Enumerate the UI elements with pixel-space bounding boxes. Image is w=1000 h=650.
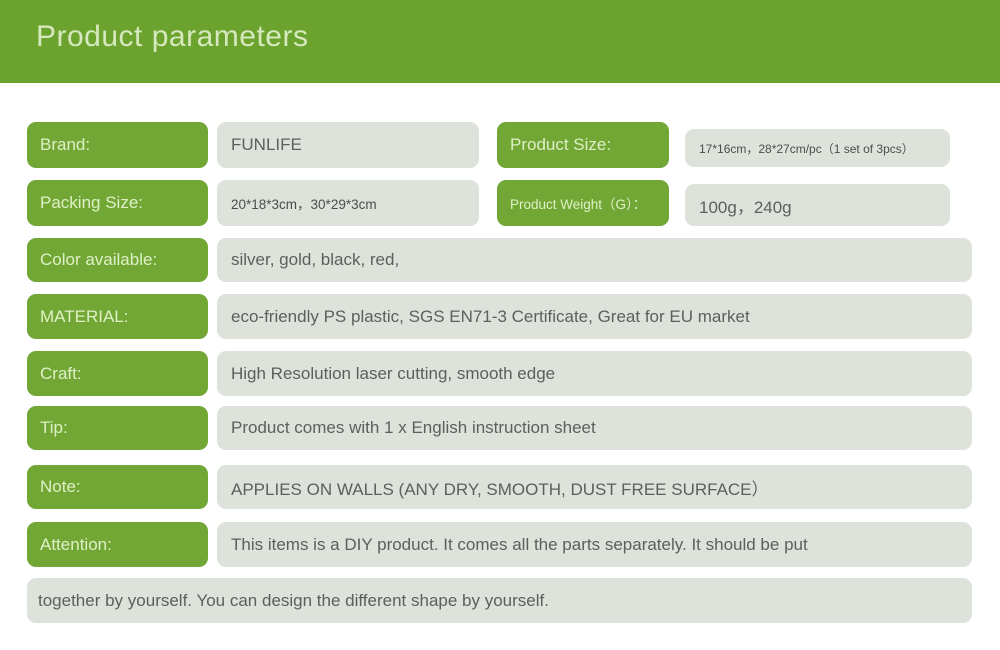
value-color-available-text: silver, gold, black, red, — [231, 250, 400, 269]
value-attention-text: This items is a DIY product. It comes al… — [231, 534, 808, 554]
value-packing-size: 20*18*3cm，30*29*3cm — [217, 180, 479, 226]
label-craft-text: Craft: — [40, 363, 82, 383]
label-attention-text: Attention: — [40, 534, 112, 554]
label-tip-text: Tip: — [40, 418, 68, 437]
value-color-available: silver, gold, black, red, — [217, 238, 972, 282]
label-tip: Tip: — [27, 406, 208, 450]
value-product-size: 17*16cm，28*27cm/pc（1 set of 3pcs） — [685, 129, 950, 167]
value-note: APPLIES ON WALLS (ANY DRY, SMOOTH, DUST … — [217, 465, 972, 509]
label-craft: Craft: — [27, 351, 208, 396]
label-note-text: Note: — [40, 477, 81, 496]
label-color-available: Color available: — [27, 238, 208, 282]
value-tip: Product comes with 1 x English instructi… — [217, 406, 972, 450]
value-material: eco-friendly PS plastic, SGS EN71-3 Cert… — [217, 294, 972, 339]
label-brand-text: Brand: — [40, 135, 91, 154]
label-attention: Attention: — [27, 522, 208, 567]
value-brand-text: FUNLIFE — [231, 135, 302, 154]
label-color-available-text: Color available: — [40, 250, 158, 269]
page-header-banner: Product parameters — [0, 0, 1000, 83]
label-packing-size: Packing Size: — [27, 180, 208, 226]
value-tip-text: Product comes with 1 x English instructi… — [231, 418, 596, 437]
label-brand: Brand: — [27, 122, 208, 168]
label-product-weight-text: Product Weight（G）： — [510, 197, 647, 212]
value-packing-size-text: 20*18*3cm，30*29*3cm — [231, 197, 377, 212]
value-brand: FUNLIFE — [217, 122, 479, 168]
value-attention-continued: together by yourself. You can design the… — [27, 578, 972, 623]
label-material: MATERIAL: — [27, 294, 208, 339]
value-note-text: APPLIES ON WALLS (ANY DRY, SMOOTH, DUST … — [231, 479, 769, 499]
value-attention-continued-text: together by yourself. You can design the… — [38, 590, 549, 610]
label-material-text: MATERIAL: — [40, 306, 129, 326]
value-material-text: eco-friendly PS plastic, SGS EN71-3 Cert… — [231, 306, 750, 326]
value-product-weight-text: 100g，240g — [699, 197, 792, 217]
value-product-size-text: 17*16cm，28*27cm/pc（1 set of 3pcs） — [699, 141, 914, 156]
label-note: Note: — [27, 465, 208, 509]
value-craft: High Resolution laser cutting, smooth ed… — [217, 351, 972, 396]
label-product-size: Product Size: — [497, 122, 669, 168]
product-parameters-page: Product parameters Brand: FUNLIFE Produc… — [0, 0, 1000, 650]
label-product-size-text: Product Size: — [510, 135, 612, 154]
label-product-weight: Product Weight（G）： — [497, 180, 669, 226]
value-craft-text: High Resolution laser cutting, smooth ed… — [231, 363, 556, 383]
value-attention: This items is a DIY product. It comes al… — [217, 522, 972, 567]
label-packing-size-text: Packing Size: — [40, 193, 143, 212]
page-title: Product parameters — [36, 20, 309, 53]
value-product-weight: 100g，240g — [685, 184, 950, 226]
